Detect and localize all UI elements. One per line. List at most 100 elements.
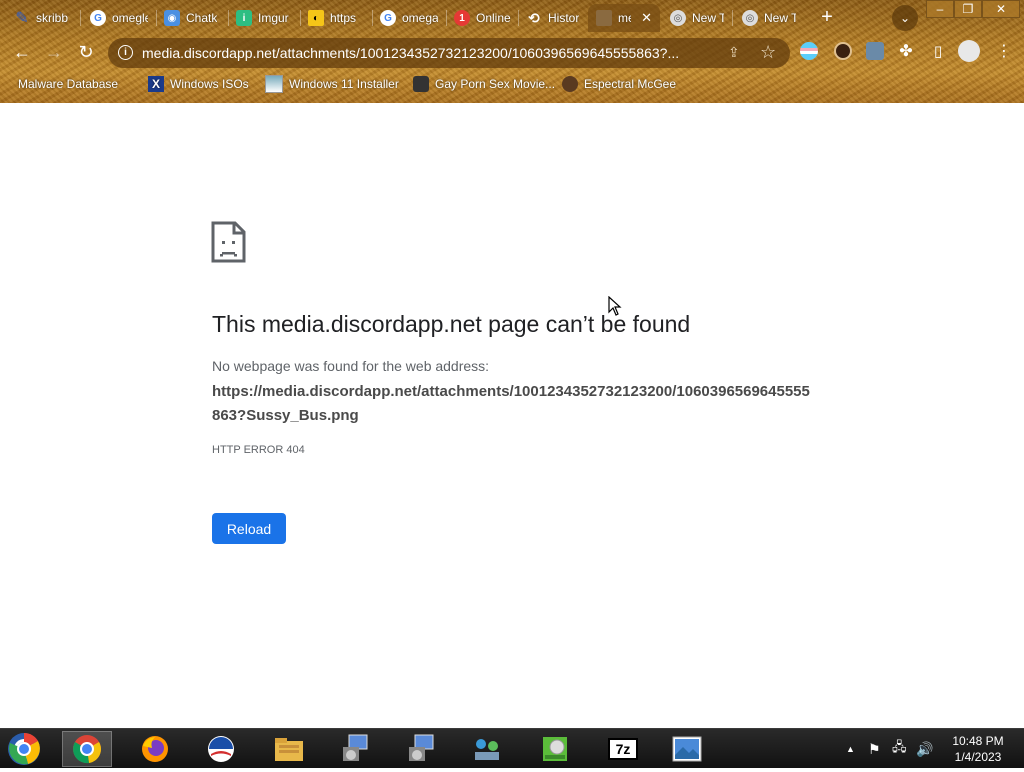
avatar-extension-icon[interactable] — [834, 42, 852, 60]
mouse-cursor-icon — [608, 296, 622, 316]
close-tab-icon[interactable]: ✕ — [641, 10, 652, 26]
share-icon[interactable]: ⇪ — [728, 44, 740, 61]
glasses-icon: ◐ — [308, 10, 324, 26]
action-center-flag-icon[interactable]: ⚑ — [868, 729, 881, 769]
tab-search-button[interactable]: ⌄ — [892, 5, 918, 31]
tab-title: Online — [476, 11, 511, 25]
error-code: HTTP ERROR 404 — [212, 444, 305, 456]
bookmark-star-icon[interactable]: ☆ — [760, 42, 776, 63]
side-panel-icon[interactable]: ▯ — [924, 38, 952, 66]
taskbar: 7z ▲ ⚑ 🖧 🔊 10:48 PM 1/4/2023 — [0, 728, 1024, 768]
address-bar[interactable]: i media.discordapp.net/attachments/10012… — [108, 38, 790, 68]
chrome-icon: ◎ — [742, 10, 758, 26]
reload-button[interactable]: Reload — [212, 513, 286, 544]
tab-history[interactable]: ⟲ Histor — [518, 4, 592, 32]
extension-icon[interactable] — [866, 42, 884, 60]
menu-icon[interactable]: ⋮ — [990, 38, 1018, 66]
restore-button[interactable]: ❐ — [954, 0, 982, 18]
taskbar-disk[interactable] — [530, 731, 580, 767]
windows-start-icon — [8, 732, 40, 765]
image-icon — [265, 75, 283, 93]
tab-title: New T — [764, 11, 796, 25]
address-url[interactable]: media.discordapp.net/attachments/1001234… — [142, 45, 718, 61]
bookmark-label: Gay Porn Sex Movie... — [435, 77, 556, 91]
tab-omegle[interactable]: G omegle — [82, 4, 156, 32]
bookmark-label: Espectral McGee — [584, 77, 677, 91]
bookmark-windows-isos[interactable]: X Windows ISOs — [148, 74, 249, 94]
clock[interactable]: 10:48 PM 1/4/2023 — [944, 733, 1012, 765]
clock-time: 10:48 PM — [952, 734, 1004, 748]
disk-icon — [543, 737, 567, 761]
bookmark-gay-porn-sex-movie[interactable]: Gay Porn Sex Movie... — [413, 74, 555, 94]
alert-icon: 1 — [454, 10, 470, 26]
tab-active-media[interactable]: me ✕ — [588, 4, 660, 32]
error-description: No webpage was found for the web address… — [212, 358, 490, 374]
flag-extension-icon[interactable] — [800, 42, 818, 60]
bookmark-windows-11-installer[interactable]: Windows 11 Installer — [265, 74, 399, 94]
minimize-button[interactable]: – — [926, 0, 954, 18]
clock-date: 1/4/2023 — [954, 750, 1002, 764]
browser-chrome: ✎ skribb G omegle ◉ Chatk i Imgur ◐ http… — [0, 0, 1024, 103]
tab-online[interactable]: 1 Online — [446, 4, 520, 32]
installer-icon — [343, 734, 368, 761]
profile-icon[interactable] — [958, 40, 980, 62]
tab-new-2[interactable]: ◎ New T — [734, 4, 804, 32]
forward-button[interactable]: → — [40, 38, 68, 66]
google-icon: G — [380, 10, 396, 26]
taskbar-obama[interactable] — [196, 731, 246, 767]
skribbl-icon: ✎ — [15, 10, 29, 27]
start-button[interactable] — [6, 731, 46, 767]
error-url: https://media.discordapp.net/attachments… — [212, 383, 810, 424]
tab-title: omega — [402, 11, 438, 25]
network-icon — [475, 739, 499, 760]
taskbar-installer-1[interactable] — [330, 731, 380, 767]
tab-title: omegle — [112, 11, 148, 25]
tab-title: Imgur — [258, 11, 289, 25]
tab-title: New T — [692, 11, 724, 25]
bookmark-espectral-mcgee[interactable]: Espectral McGee — [562, 74, 676, 94]
bookmark-malware-database[interactable]: Malware Database — [18, 74, 118, 94]
google-icon: G — [90, 10, 106, 26]
7zip-icon: 7z — [608, 738, 638, 760]
close-window-button[interactable]: ✕ — [982, 0, 1020, 18]
taskbar-network[interactable] — [462, 731, 512, 767]
obama-icon — [208, 736, 234, 762]
new-tab-button[interactable]: + — [814, 5, 840, 31]
tab-title: me — [618, 11, 631, 25]
history-icon: ⟲ — [528, 9, 540, 26]
tab-https[interactable]: ◐ https — [300, 4, 374, 32]
toolbar: ← → ↻ i media.discordapp.net/attachments… — [0, 36, 1024, 68]
tab-skribbl[interactable]: ✎ skribb — [6, 4, 80, 32]
chrome-icon: ◎ — [670, 10, 686, 26]
network-tray-icon[interactable]: 🖧 — [892, 729, 907, 769]
tray-expand-icon[interactable]: ▲ — [846, 729, 855, 769]
taskbar-chrome[interactable] — [62, 731, 112, 767]
chrome-icon — [73, 735, 101, 764]
info-icon[interactable]: i — [118, 45, 133, 60]
tab-imgur[interactable]: i Imgur — [228, 4, 302, 32]
avatar-icon — [562, 76, 578, 92]
chatkit-icon: ◉ — [164, 10, 180, 26]
tab-new-1[interactable]: ◎ New T — [662, 4, 732, 32]
taskbar-file-explorer[interactable] — [264, 731, 314, 767]
taskbar-firefox[interactable] — [130, 731, 180, 767]
tab-title: https — [330, 11, 357, 25]
taskbar-photo-viewer[interactable] — [662, 731, 712, 767]
tab-chatkit[interactable]: ◉ Chatk — [156, 4, 230, 32]
reload-toolbar-button[interactable]: ↻ — [72, 38, 100, 66]
tab-strip: ✎ skribb G omegle ◉ Chatk i Imgur ◐ http… — [0, 0, 1024, 34]
tab-title: skribb — [36, 11, 69, 25]
x-logo-icon: X — [148, 76, 164, 92]
bookmarks-bar: Malware Database X Windows ISOs Windows … — [0, 72, 1024, 96]
taskbar-installer-2[interactable] — [396, 731, 446, 767]
error-page: This media.discordapp.net page can’t be … — [0, 103, 1024, 728]
taskbar-7zip[interactable]: 7z — [598, 731, 648, 767]
imgur-icon: i — [236, 10, 252, 26]
puzzle-icon[interactable]: ✤ — [892, 38, 920, 66]
tab-omega[interactable]: G omega — [372, 4, 446, 32]
firefox-icon — [142, 736, 168, 762]
volume-icon[interactable]: 🔊 — [916, 729, 933, 769]
file-explorer-icon — [275, 738, 303, 761]
bookmark-label: Malware Database — [18, 77, 119, 91]
back-button[interactable]: ← — [8, 38, 36, 66]
